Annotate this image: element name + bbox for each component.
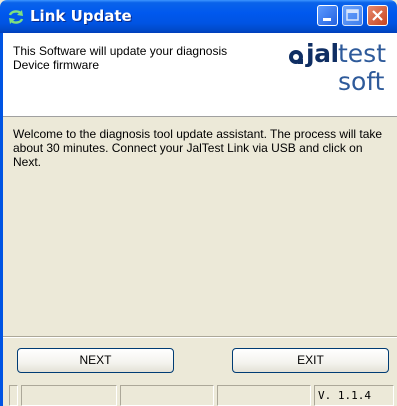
link-update-window: Link Update This Software will update yo…: [0, 0, 397, 406]
close-button[interactable]: [367, 5, 388, 26]
status-panel: [120, 385, 214, 406]
status-panel: [9, 385, 18, 406]
version-label: V. 1.1.4: [314, 385, 394, 406]
maximize-button[interactable]: [342, 5, 363, 26]
status-panel: [217, 385, 311, 406]
window-title: Link Update: [30, 7, 132, 25]
minimize-icon: [323, 18, 331, 21]
welcome-message: Welcome to the diagnosis tool update ass…: [13, 127, 383, 169]
refresh-arrows-icon: [8, 10, 24, 24]
jaltest-logo: jal test soft: [286, 40, 386, 98]
status-panel: [21, 385, 117, 406]
status-bar: V. 1.1.4: [3, 383, 397, 406]
logo-subtitle: soft: [338, 67, 385, 96]
next-button[interactable]: NEXT: [17, 348, 174, 373]
button-divider: [3, 336, 397, 338]
header-description: This Software will update your diagnosis…: [13, 44, 228, 72]
maximize-icon: [346, 9, 359, 21]
exit-button[interactable]: EXIT: [232, 348, 389, 373]
logo-brand-suffix: test: [338, 39, 387, 68]
title-bar[interactable]: Link Update: [0, 0, 397, 33]
jaltest-logo-mark-icon: [289, 50, 303, 64]
minimize-button[interactable]: [317, 5, 338, 26]
close-icon: [372, 10, 383, 21]
logo-brand: jal: [306, 39, 339, 68]
